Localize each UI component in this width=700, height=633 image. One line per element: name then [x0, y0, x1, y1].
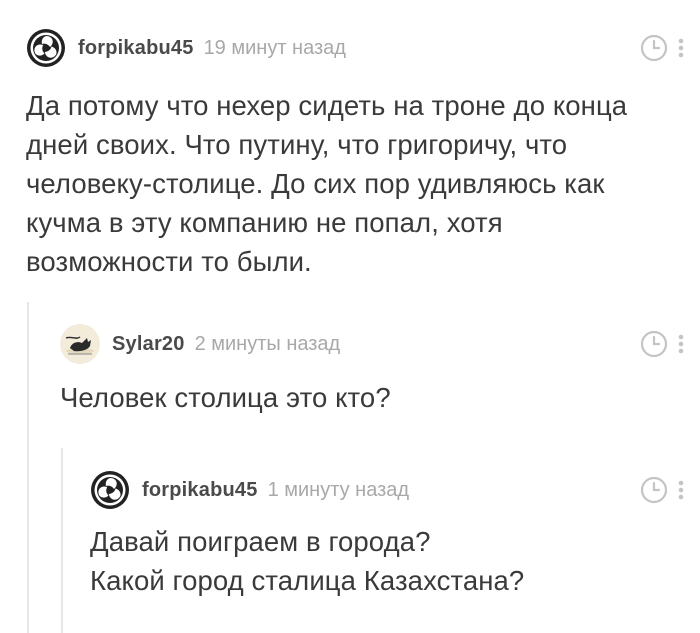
cat-avatar-icon [60, 324, 100, 364]
comment: Sylar20 2 минуты назад Человек столица э… [60, 322, 686, 417]
yin-yang-triskelion-icon [27, 29, 65, 67]
avatar[interactable] [26, 28, 66, 68]
comment: forpikabu45 19 минут назад Да потому что… [26, 26, 686, 281]
avatar[interactable] [90, 470, 130, 510]
username[interactable]: Sylar20 [112, 333, 185, 356]
comment-actions [640, 330, 686, 358]
comment-text: Да потому что нехер сидеть на троне до к… [26, 90, 628, 277]
comment-actions [640, 34, 686, 62]
more-options-icon[interactable] [676, 476, 686, 504]
more-options-icon[interactable] [676, 330, 686, 358]
clock-icon[interactable] [640, 476, 668, 504]
avatar[interactable] [60, 324, 100, 364]
thread-line [61, 448, 63, 633]
comment-header: Sylar20 2 минуты назад [60, 322, 686, 366]
yin-yang-triskelion-icon [91, 471, 129, 509]
comment-actions [640, 476, 686, 504]
comment-text: Человек столица это кто? [60, 382, 391, 413]
username[interactable]: forpikabu45 [78, 37, 194, 60]
comment: forpikabu45 1 минуту назад Давай поиграе… [90, 468, 686, 600]
clock-icon[interactable] [640, 330, 668, 358]
comment-header: forpikabu45 19 минут назад [26, 26, 686, 70]
clock-icon[interactable] [640, 34, 668, 62]
thread-line [27, 302, 29, 633]
timestamp[interactable]: 2 минуты назад [195, 333, 341, 356]
comment-header: forpikabu45 1 минуту назад [90, 468, 686, 512]
timestamp[interactable]: 19 минут назад [204, 37, 346, 60]
comment-text: Давай поиграем в города? Какой город ста… [90, 526, 525, 596]
timestamp[interactable]: 1 минуту назад [268, 479, 410, 502]
username[interactable]: forpikabu45 [142, 479, 258, 502]
more-options-icon[interactable] [676, 34, 686, 62]
